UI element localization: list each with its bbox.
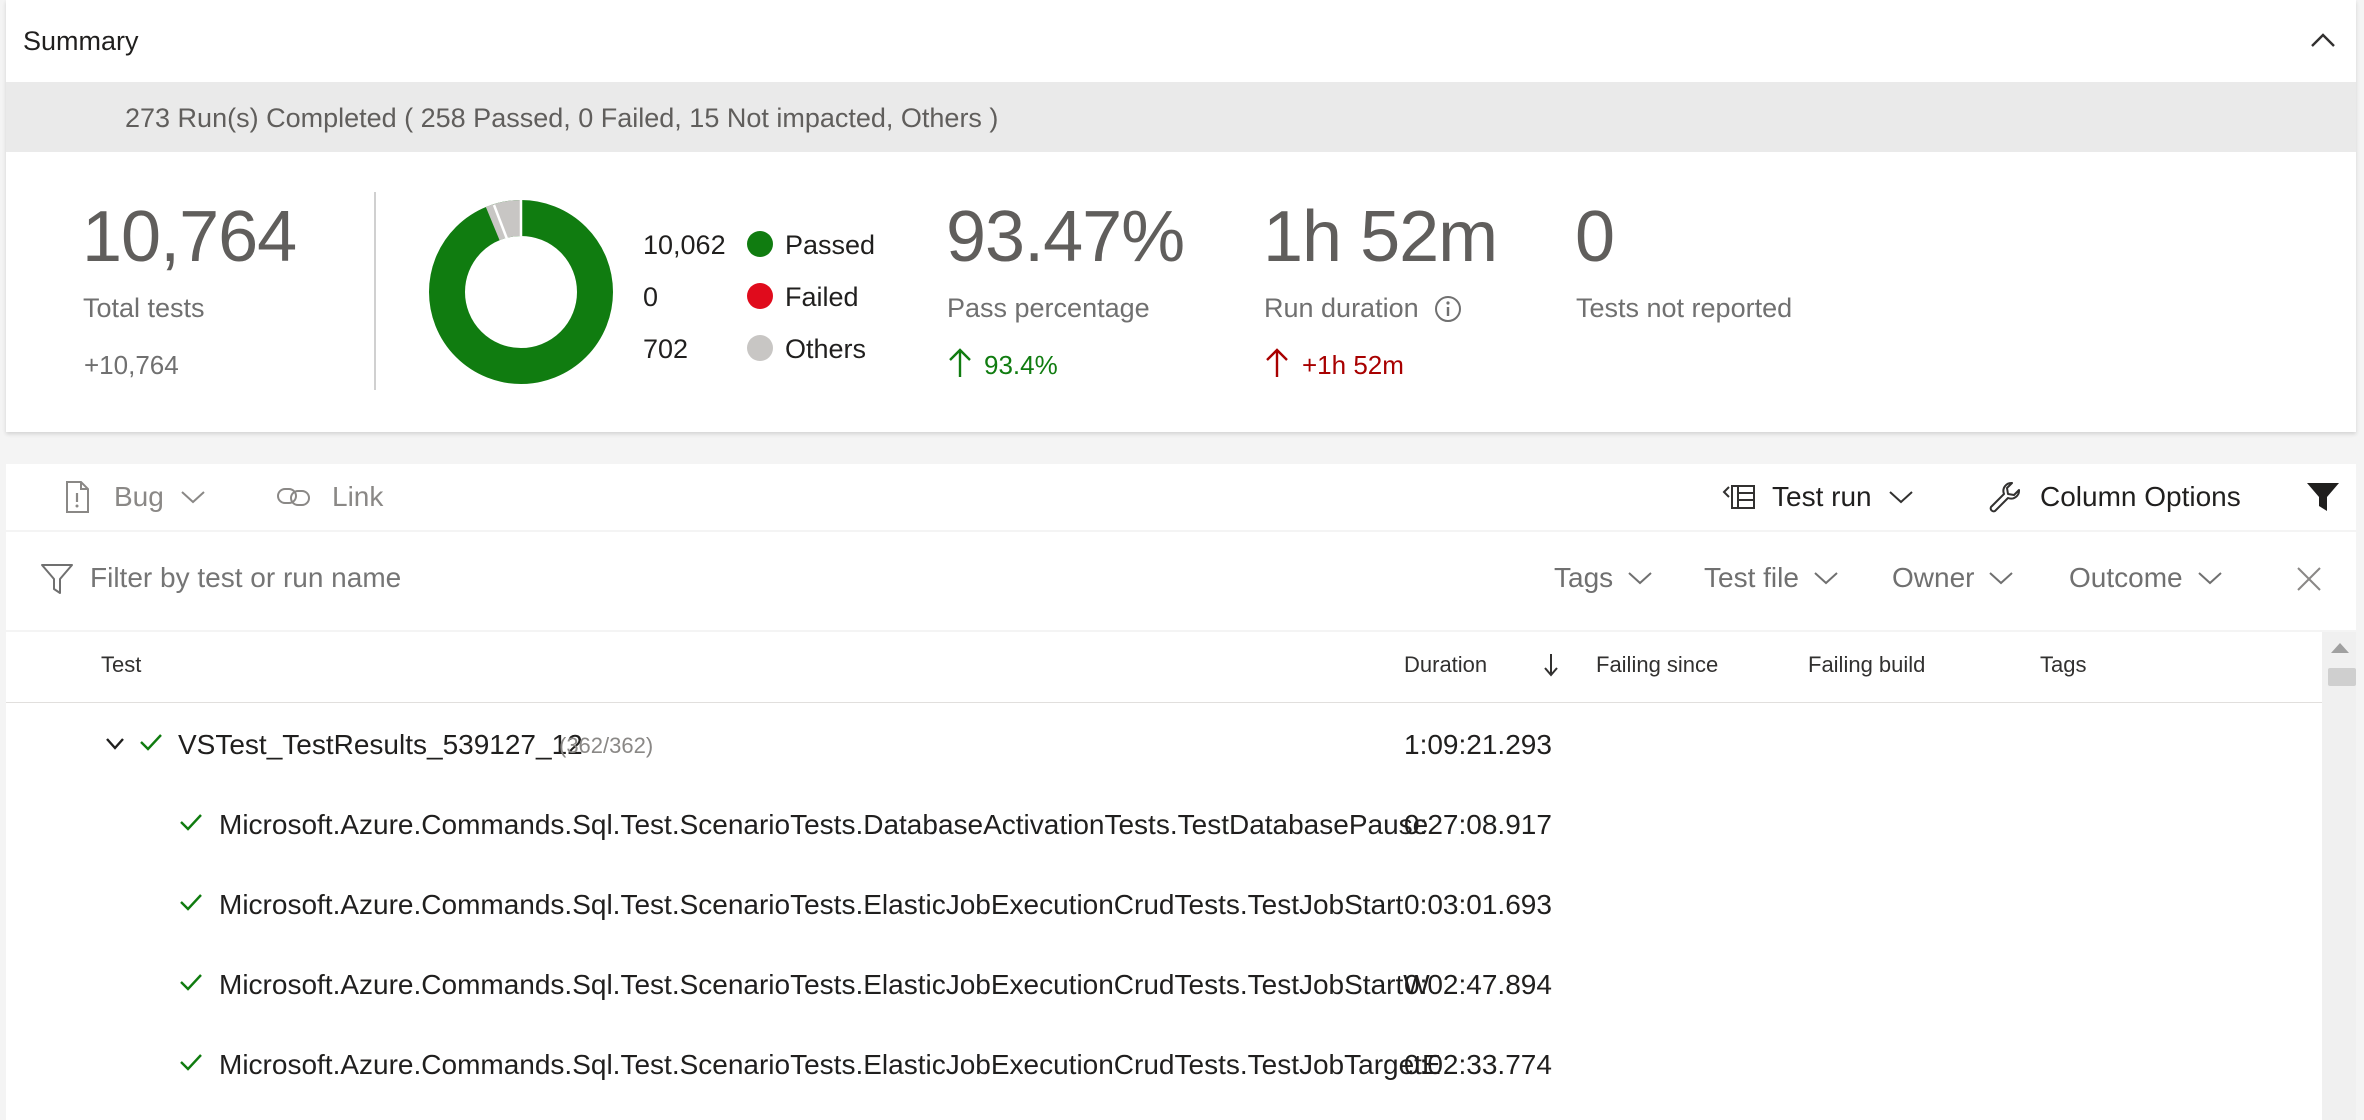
legend-passed-count: 10,062: [643, 230, 726, 260]
column-header-tags[interactable]: Tags: [2040, 652, 2086, 678]
vertical-scrollbar[interactable]: [2322, 632, 2356, 1120]
chevron-down-icon: [1989, 572, 2014, 585]
sort-descending-arrow-icon[interactable]: [1542, 652, 1560, 678]
test-name: Microsoft.Azure.Commands.Sql.Test.Scenar…: [219, 889, 1404, 920]
link-label: Link: [332, 481, 384, 512]
column-header-failing-build[interactable]: Failing build: [1808, 652, 1925, 678]
passed-check-icon: [140, 734, 162, 751]
column-options-label: Column Options: [2040, 481, 2241, 512]
filter-search-input[interactable]: [90, 554, 990, 602]
header-divider: [6, 702, 2322, 703]
test-file-filter-label: Test file: [1704, 562, 1799, 593]
filter-funnel-icon: [2307, 483, 2339, 511]
test-duration: 0:03:01.693: [1404, 889, 1552, 920]
summary-title: Summary: [23, 26, 139, 56]
scrollbar-thumb[interactable]: [2328, 668, 2356, 686]
bug-button[interactable]: Bug: [62, 464, 206, 530]
passed-check-icon: [180, 814, 202, 831]
passed-dot-icon: [747, 231, 773, 257]
test-results-table: Test Duration Failing since Failing buil…: [6, 632, 2356, 1120]
run-duration-label: Run duration: [1264, 293, 1419, 323]
group-count: (362/362): [559, 733, 654, 758]
donut-others-segment: [485, 199, 522, 241]
pass-percentage-delta: 93.4%: [984, 350, 1058, 380]
others-dot-icon: [747, 335, 773, 361]
test-duration: 0:02:33.774: [1404, 1049, 1552, 1080]
run-summary-text: 273 Run(s) Completed ( 258 Passed, 0 Fai…: [125, 103, 999, 133]
donut-passed-segment: [429, 200, 613, 384]
test-run-grouping-dropdown[interactable]: Test run: [1722, 464, 1914, 530]
tests-not-reported-value: 0: [1575, 197, 1615, 277]
chevron-down-icon: [1888, 491, 1913, 504]
filter-bar: Tags Test file Owner Outcome: [6, 532, 2356, 630]
scroll-up-arrow-icon[interactable]: [2328, 640, 2352, 656]
tests-not-reported-label: Tests not reported: [1576, 293, 1793, 323]
failed-dot-icon: [747, 283, 773, 309]
chevron-down-icon: [2197, 572, 2222, 585]
passed-check-icon: [180, 894, 202, 911]
passed-check-icon: [180, 974, 202, 991]
test-name: Microsoft.Azure.Commands.Sql.Test.Scenar…: [219, 1049, 1441, 1080]
arrow-up-icon: [949, 348, 971, 377]
divider: [374, 192, 376, 390]
column-header-duration[interactable]: Duration: [1404, 652, 1487, 678]
tags-filter-dropdown[interactable]: Tags: [1554, 562, 1653, 594]
chevron-down-icon: [1814, 572, 1838, 585]
column-header-test[interactable]: Test: [101, 652, 141, 678]
group-duration: 1:09:21.293: [1404, 729, 1552, 760]
test-name: Microsoft.Azure.Commands.Sql.Test.Scenar…: [219, 809, 1429, 840]
clear-filter-close-icon[interactable]: [2296, 566, 2322, 592]
column-options-button[interactable]: Column Options: [1988, 464, 2241, 530]
run-duration-value: 1h 52m: [1263, 197, 1498, 277]
run-duration-delta: +1h 52m: [1302, 350, 1404, 380]
owner-filter-label: Owner: [1892, 562, 1975, 593]
legend-failed-count: 0: [643, 282, 659, 312]
passed-check-icon: [180, 1054, 202, 1071]
link-icon: [277, 488, 310, 506]
column-header-failing-since[interactable]: Failing since: [1596, 652, 1718, 678]
info-icon[interactable]: [1434, 295, 1462, 323]
test-name: Microsoft.Azure.Commands.Sql.Test.Scenar…: [219, 969, 1430, 1000]
summary-card: Summary 273 Run(s) Completed ( 258 Passe…: [6, 0, 2356, 432]
tags-filter-label: Tags: [1554, 562, 1614, 593]
legend-others-count: 702: [643, 334, 689, 364]
outcome-filter-dropdown[interactable]: Outcome: [2069, 562, 2223, 594]
group-by-icon: [1722, 485, 1755, 509]
link-button[interactable]: Link: [276, 464, 383, 530]
test-duration: 0:02:47.894: [1404, 969, 1552, 1000]
test-file-filter-dropdown[interactable]: Test file: [1704, 562, 1839, 594]
chevron-down-icon: [1628, 572, 1652, 585]
test-duration: 0:27:08.917: [1404, 809, 1552, 840]
chevron-up-icon[interactable]: [2306, 26, 2340, 56]
arrow-up-icon: [1266, 348, 1288, 377]
toolbar: Bug Link Test run Column Options: [6, 464, 2356, 530]
run-summary-banner: 273 Run(s) Completed ( 258 Passed, 0 Fai…: [6, 82, 2356, 152]
total-tests-delta: +10,764: [84, 350, 179, 380]
filter-funnel-icon: [41, 564, 73, 594]
chevron-down-icon: [181, 491, 205, 504]
bug-report-icon: [66, 481, 89, 513]
legend-passed-label: Passed: [785, 230, 876, 260]
chevron-down-expand-icon[interactable]: [104, 736, 126, 752]
total-tests-label: Total tests: [83, 293, 205, 323]
pass-percentage-value: 93.47%: [946, 197, 1185, 277]
pass-percentage-label: Pass percentage: [947, 293, 1150, 323]
wrench-icon: [1989, 482, 2020, 513]
outcome-filter-label: Outcome: [2069, 562, 2183, 593]
owner-filter-dropdown[interactable]: Owner: [1892, 562, 2014, 594]
legend-others-label: Others: [785, 334, 867, 364]
test-run-label: Test run: [1772, 481, 1872, 512]
legend-failed-label: Failed: [785, 282, 859, 312]
filter-toggle-button[interactable]: [2306, 464, 2340, 530]
total-tests-value: 10,764: [82, 197, 297, 277]
outcome-donut-chart: [429, 199, 613, 384]
bug-label: Bug: [114, 481, 164, 512]
group-name: VSTest_TestResults_539127_12: [178, 729, 583, 760]
